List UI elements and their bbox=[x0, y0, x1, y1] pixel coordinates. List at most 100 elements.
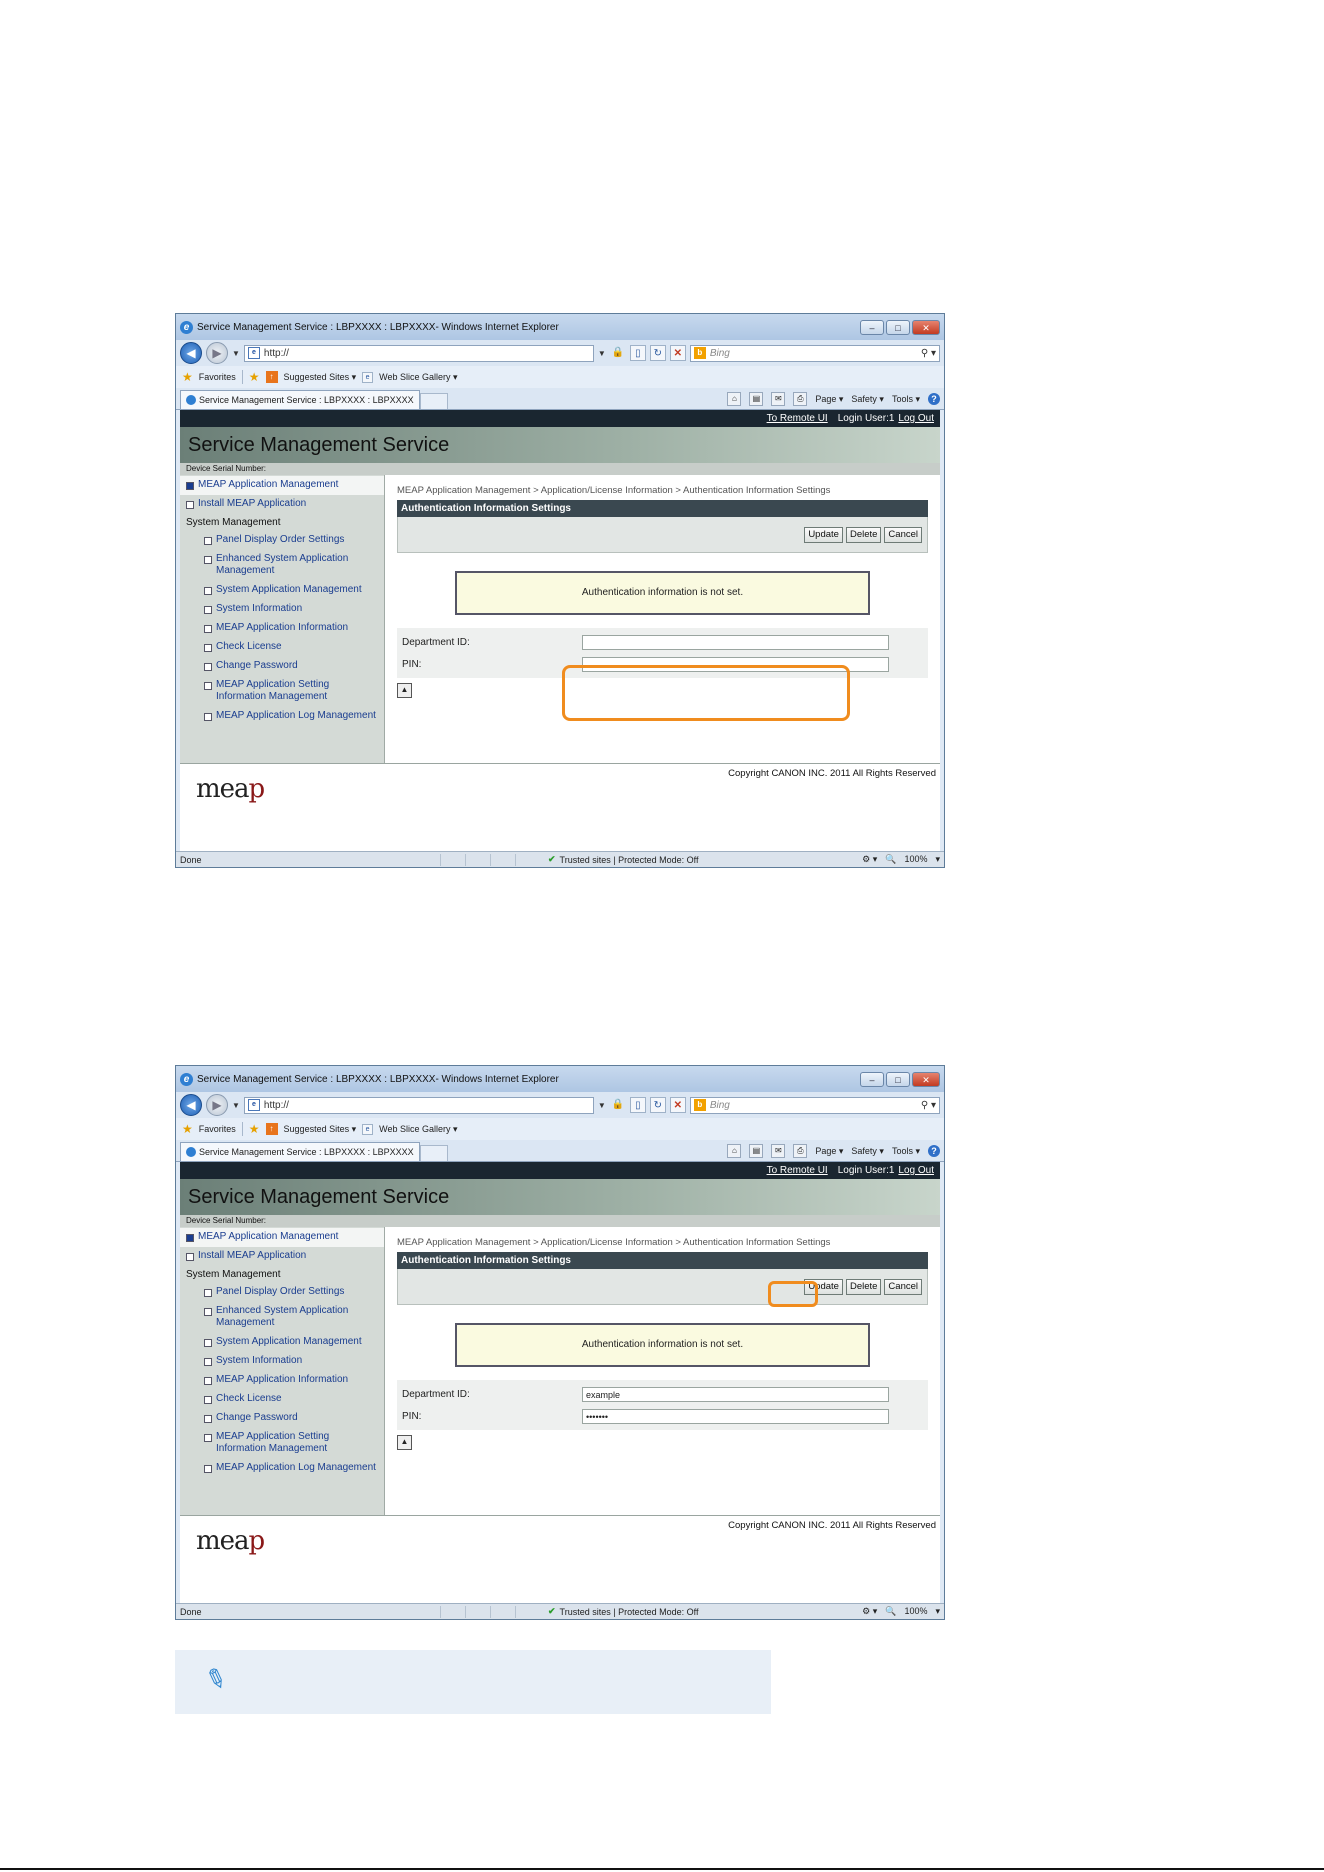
refresh-icon[interactable]: ↻ bbox=[649, 1097, 666, 1113]
home-icon[interactable]: ⌂ bbox=[727, 1144, 742, 1158]
history-dropdown-icon[interactable]: ▼ bbox=[232, 349, 240, 358]
address-dropdown-icon[interactable]: ▼ bbox=[598, 349, 606, 358]
sidebar-item-enhanced-sys-app[interactable]: Enhanced System Application Management bbox=[180, 550, 384, 581]
mail-icon[interactable]: ✉ bbox=[771, 1144, 786, 1158]
lock-icon[interactable]: 🔒 bbox=[610, 345, 626, 361]
web-slice-link[interactable]: Web Slice Gallery ▾ bbox=[379, 372, 457, 383]
address-bar[interactable]: e http:// bbox=[243, 344, 594, 362]
forward-button[interactable]: ▶ bbox=[206, 342, 228, 364]
mail-icon[interactable]: ✉ bbox=[771, 392, 786, 406]
add-favorite-icon[interactable]: ★ bbox=[249, 1122, 260, 1136]
sidebar-item-check-license[interactable]: Check License bbox=[180, 638, 384, 657]
sidebar-item-meap-info[interactable]: MEAP Application Information bbox=[180, 619, 384, 638]
suggested-sites-link[interactable]: Suggested Sites ▾ bbox=[284, 372, 357, 383]
back-button[interactable]: ◀ bbox=[180, 342, 202, 364]
back-button[interactable]: ◀ bbox=[180, 1094, 202, 1116]
print-icon[interactable]: ⎙ bbox=[793, 392, 808, 406]
sidebar-item-sys-info[interactable]: System Information bbox=[180, 600, 384, 619]
page-menu[interactable]: Page ▾ bbox=[815, 1146, 843, 1157]
new-tab-button[interactable] bbox=[420, 393, 448, 409]
new-tab-button[interactable] bbox=[420, 1145, 448, 1161]
maximize-button[interactable]: □ bbox=[886, 319, 910, 335]
browser-tab[interactable]: Service Management Service : LBPXXXX : L… bbox=[180, 1142, 420, 1161]
compatibility-icon[interactable]: ▯ bbox=[629, 1097, 646, 1113]
close-button[interactable]: ✕ bbox=[912, 1071, 940, 1087]
sidebar-item-meap-app-mgmt[interactable]: MEAP Application Management bbox=[180, 476, 384, 495]
safety-menu[interactable]: Safety ▾ bbox=[851, 394, 884, 405]
zone-indicator[interactable]: ✔ Trusted sites | Protected Mode: Off bbox=[548, 854, 698, 865]
sidebar-item-meap-app-mgmt[interactable]: MEAP Application Management bbox=[180, 1228, 384, 1247]
sidebar-item-install-meap[interactable]: Install MEAP Application bbox=[180, 495, 384, 514]
page-menu[interactable]: Page ▾ bbox=[815, 394, 843, 405]
pin-field[interactable]: ••••••• bbox=[582, 1408, 889, 1424]
department-id-field[interactable]: example bbox=[582, 1386, 889, 1402]
sidebar-item-install-meap[interactable]: Install MEAP Application bbox=[180, 1247, 384, 1266]
favorites-star-icon[interactable]: ★ bbox=[182, 1122, 193, 1136]
maximize-button[interactable]: □ bbox=[886, 1071, 910, 1087]
favorites-button[interactable]: Favorites bbox=[199, 1124, 236, 1134]
stop-icon[interactable]: ✕ bbox=[669, 345, 686, 361]
history-dropdown-icon[interactable]: ▼ bbox=[232, 1101, 240, 1110]
department-id-field[interactable] bbox=[582, 634, 889, 650]
tools-menu[interactable]: Tools ▾ bbox=[892, 1146, 920, 1157]
search-box[interactable]: b Bing ⚲ ▾ bbox=[689, 344, 940, 362]
logout-link[interactable]: Log Out bbox=[898, 1165, 934, 1176]
minimize-button[interactable]: – bbox=[860, 1071, 884, 1087]
compatibility-icon[interactable]: ▯ bbox=[629, 345, 646, 361]
cancel-button[interactable]: Cancel bbox=[884, 1278, 922, 1295]
sidebar-item-sys-app[interactable]: System Application Management bbox=[180, 1333, 384, 1352]
sidebar-item-setting-info[interactable]: MEAP Application Setting Information Man… bbox=[180, 1428, 384, 1459]
sidebar-item-meap-info[interactable]: MEAP Application Information bbox=[180, 1371, 384, 1390]
minimize-button[interactable]: – bbox=[860, 319, 884, 335]
meap-logo: meap bbox=[196, 1526, 265, 1556]
search-icon[interactable]: ⚲ ▾ bbox=[921, 348, 936, 359]
help-icon[interactable]: ? bbox=[928, 393, 940, 405]
home-icon[interactable]: ⌂ bbox=[727, 392, 742, 406]
safety-menu[interactable]: Safety ▾ bbox=[851, 1146, 884, 1157]
logout-link[interactable]: Log Out bbox=[898, 413, 934, 424]
sidebar-item-setting-info[interactable]: MEAP Application Setting Information Man… bbox=[180, 676, 384, 707]
delete-button[interactable]: Delete bbox=[845, 1278, 882, 1295]
sidebar-item-log-mgmt[interactable]: MEAP Application Log Management bbox=[180, 707, 384, 726]
zoom-control[interactable]: ⚙ ▾ 🔍 100% ▾ bbox=[862, 1606, 940, 1617]
cancel-button[interactable]: Cancel bbox=[884, 526, 922, 543]
address-bar[interactable]: e http:// bbox=[243, 1096, 594, 1114]
sidebar-item-sys-app[interactable]: System Application Management bbox=[180, 581, 384, 600]
sidebar-item-sys-info[interactable]: System Information bbox=[180, 1352, 384, 1371]
suggested-sites-link[interactable]: Suggested Sites ▾ bbox=[284, 1124, 357, 1135]
sidebar-item-enhanced-sys-app[interactable]: Enhanced System Application Management bbox=[180, 1302, 384, 1333]
search-box[interactable]: b Bing ⚲ ▾ bbox=[689, 1096, 940, 1114]
page-top-icon[interactable]: ▲ bbox=[397, 683, 412, 698]
sidebar-item-panel-order[interactable]: Panel Display Order Settings bbox=[180, 531, 384, 550]
add-favorite-icon[interactable]: ★ bbox=[249, 370, 260, 384]
page-bottom-rule bbox=[0, 1868, 1324, 1870]
help-icon[interactable]: ? bbox=[928, 1145, 940, 1157]
feeds-icon[interactable]: ▤ bbox=[749, 1144, 764, 1158]
page-top-icon[interactable]: ▲ bbox=[397, 1435, 412, 1450]
zoom-control[interactable]: ⚙ ▾ 🔍 100% ▾ bbox=[862, 854, 940, 865]
sidebar-item-change-password[interactable]: Change Password bbox=[180, 657, 384, 676]
tools-menu[interactable]: Tools ▾ bbox=[892, 394, 920, 405]
favorites-star-icon[interactable]: ★ bbox=[182, 370, 193, 384]
update-button[interactable]: Update bbox=[804, 526, 843, 543]
browser-tab[interactable]: Service Management Service : LBPXXXX : L… bbox=[180, 390, 420, 409]
address-dropdown-icon[interactable]: ▼ bbox=[598, 1101, 606, 1110]
print-icon[interactable]: ⎙ bbox=[793, 1144, 808, 1158]
favorites-button[interactable]: Favorites bbox=[199, 372, 236, 382]
stop-icon[interactable]: ✕ bbox=[669, 1097, 686, 1113]
close-button[interactable]: ✕ bbox=[912, 319, 940, 335]
refresh-icon[interactable]: ↻ bbox=[649, 345, 666, 361]
sidebar-item-check-license[interactable]: Check License bbox=[180, 1390, 384, 1409]
web-slice-link[interactable]: Web Slice Gallery ▾ bbox=[379, 1124, 457, 1135]
sidebar-item-panel-order[interactable]: Panel Display Order Settings bbox=[180, 1283, 384, 1302]
search-icon[interactable]: ⚲ ▾ bbox=[921, 1100, 936, 1111]
remote-ui-link[interactable]: To Remote UI bbox=[767, 413, 828, 424]
sidebar-item-change-password[interactable]: Change Password bbox=[180, 1409, 384, 1428]
forward-button[interactable]: ▶ bbox=[206, 1094, 228, 1116]
remote-ui-link[interactable]: To Remote UI bbox=[767, 1165, 828, 1176]
lock-icon[interactable]: 🔒 bbox=[610, 1097, 626, 1113]
sidebar-item-log-mgmt[interactable]: MEAP Application Log Management bbox=[180, 1459, 384, 1478]
zone-indicator[interactable]: ✔ Trusted sites | Protected Mode: Off bbox=[548, 1606, 698, 1617]
feeds-icon[interactable]: ▤ bbox=[749, 392, 764, 406]
delete-button[interactable]: Delete bbox=[845, 526, 882, 543]
